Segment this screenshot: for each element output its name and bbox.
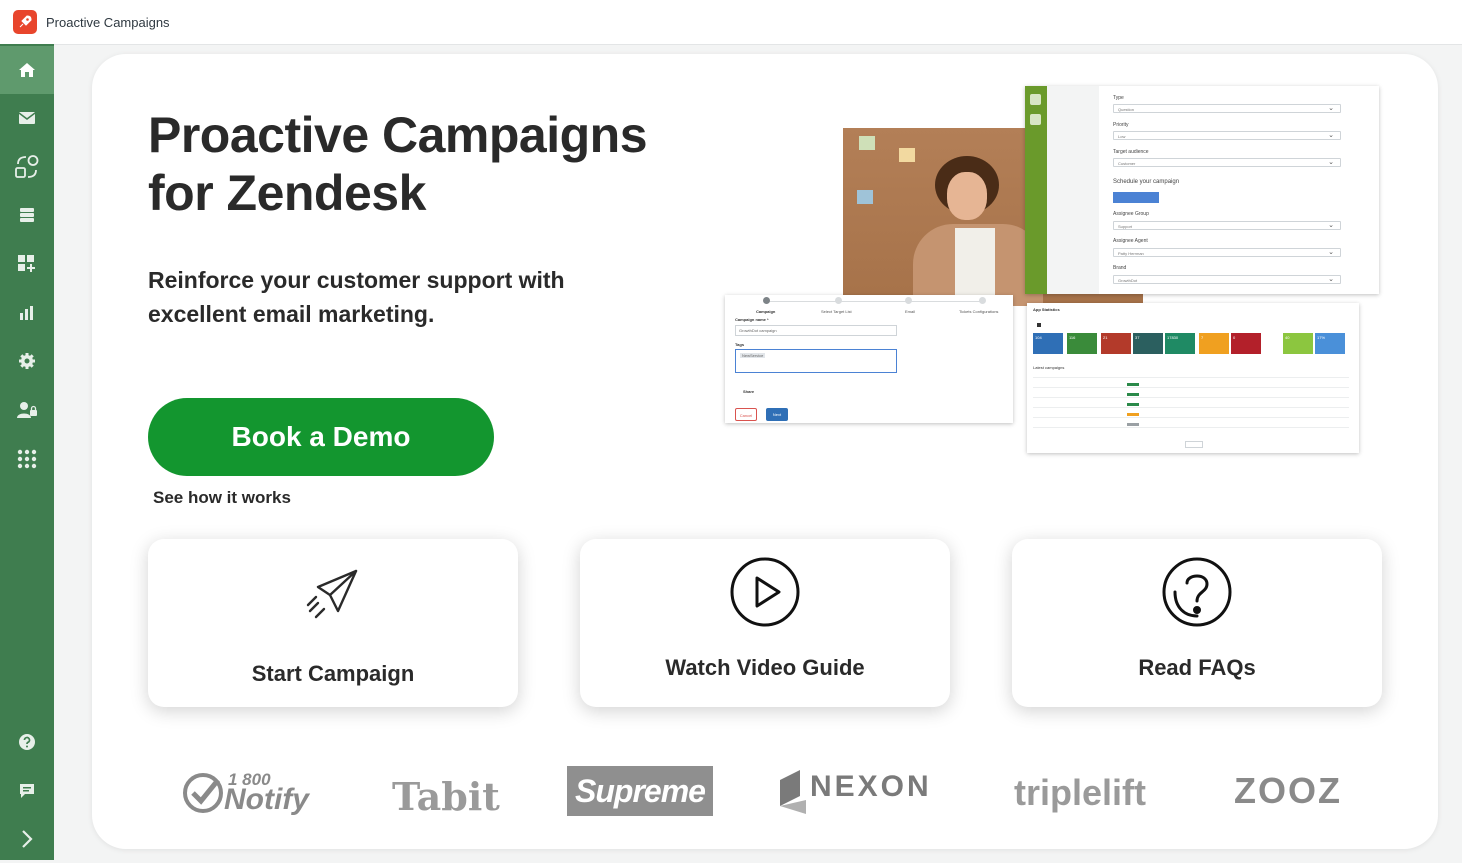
logo-tabit: Tabit	[392, 774, 500, 819]
chat-icon	[20, 784, 34, 798]
book-demo-button[interactable]: Book a Demo	[148, 398, 494, 476]
client-logos: 1 800 Notify Tabit Supreme NEXON triplel…	[92, 754, 1438, 834]
logo-nexon: NEXON	[780, 768, 940, 816]
logo-zooz: ZOOZ	[1234, 770, 1342, 811]
nexon-mark-icon	[780, 770, 806, 814]
read-faqs-card[interactable]: Read FAQs	[1012, 539, 1382, 707]
paper-plane-icon	[306, 569, 358, 619]
ticket-form-preview: Type Question Priority Low Target audien…	[1025, 86, 1379, 294]
apps-add-icon	[18, 255, 35, 272]
grid-dots-icon	[17, 449, 37, 469]
rocket-logo-icon	[13, 10, 37, 34]
gear-icon	[19, 353, 35, 369]
nav-users[interactable]	[0, 386, 54, 434]
read-faqs-label: Read FAQs	[1138, 655, 1256, 680]
app-header: Proactive Campaigns	[0, 0, 1462, 45]
watch-video-card[interactable]: Watch Video Guide	[580, 539, 950, 707]
page-subtitle: Reinforce your customer support with exc…	[148, 267, 565, 327]
nav-chat[interactable]	[0, 767, 54, 815]
question-circle-icon	[1162, 557, 1232, 627]
home-icon	[19, 63, 35, 77]
nav-all-apps[interactable]	[0, 435, 54, 483]
user-lock-icon	[17, 402, 37, 418]
chevron-right-icon	[22, 830, 33, 848]
campaign-wizard-preview: Campaign Select Target List Email Ticket…	[725, 295, 1013, 423]
campaign-flow-icon	[15, 155, 39, 178]
nav-campaign-flow[interactable]	[0, 143, 54, 191]
help-icon	[19, 734, 35, 750]
list-icon	[20, 208, 34, 222]
play-circle-icon	[730, 557, 800, 627]
home-panel: Proactive Campaigns for Zendesk Reinforc…	[92, 54, 1438, 849]
see-how-caption: See how it works	[153, 488, 291, 507]
bar-chart-icon	[20, 306, 33, 320]
watch-video-label: Watch Video Guide	[665, 655, 865, 680]
checkmark-logo-icon	[183, 773, 223, 813]
logo-triplelift: triplelift	[1014, 772, 1146, 813]
sidebar	[0, 44, 54, 860]
page-title: Proactive Campaigns for Zendesk	[148, 107, 648, 221]
nav-apps-add[interactable]	[0, 240, 54, 288]
logo-supreme: Supreme	[567, 766, 713, 816]
nav-help[interactable]	[0, 718, 54, 766]
mail-icon	[18, 112, 36, 124]
nav-mail[interactable]	[0, 94, 54, 142]
nav-expand[interactable]	[0, 815, 54, 863]
nav-home[interactable]	[0, 46, 54, 94]
nav-lists[interactable]	[0, 191, 54, 239]
start-campaign-label: Start Campaign	[251, 661, 415, 686]
start-campaign-card[interactable]: Start Campaign	[148, 539, 518, 707]
app-statistics-preview: App Statistics 104 116 21 37 17830 7 0 4…	[1027, 303, 1359, 453]
logo-1800notify: 1 800 Notify	[182, 770, 322, 818]
hero-collage: Type Question Priority Low Target audien…	[725, 86, 1379, 458]
nav-settings[interactable]	[0, 337, 54, 385]
nav-reports[interactable]	[0, 289, 54, 337]
app-title: Proactive Campaigns	[46, 14, 170, 30]
